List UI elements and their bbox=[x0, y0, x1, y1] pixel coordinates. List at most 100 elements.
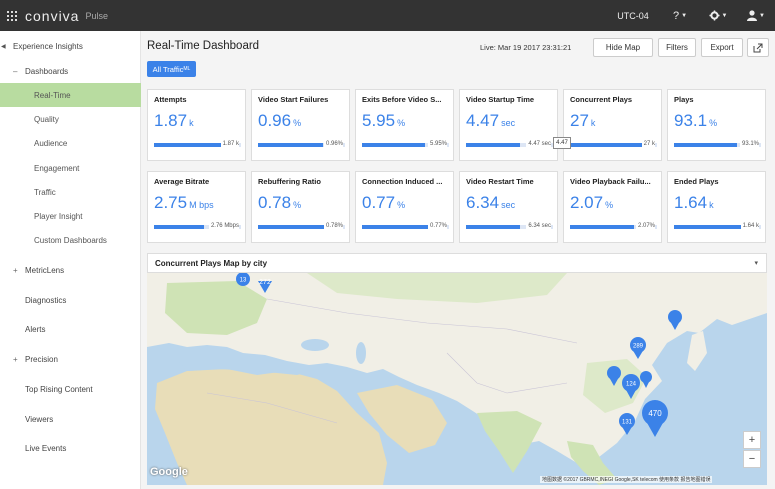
hide-map-button[interactable]: Hide Map bbox=[593, 38, 653, 57]
page-title: Real-Time Dashboard bbox=[147, 40, 260, 52]
zoom-out-button[interactable]: − bbox=[743, 450, 761, 468]
timezone-label[interactable]: UTC-04 bbox=[605, 11, 661, 21]
sidebar-item-player-insight[interactable]: Player Insight bbox=[0, 204, 141, 228]
settings-button[interactable]: ▼ bbox=[699, 0, 737, 31]
sidebar-item-quality[interactable]: Quality bbox=[0, 107, 141, 131]
google-logo: Google bbox=[150, 466, 188, 478]
metric-unit: k bbox=[709, 200, 714, 210]
metric-card[interactable]: Plays 93.1% 93.1% bbox=[667, 89, 766, 161]
metric-number: 4.47 bbox=[466, 111, 500, 130]
map-marker[interactable]: 124 bbox=[622, 374, 640, 399]
chevron-down-icon: ▼ bbox=[759, 12, 765, 19]
map-marker[interactable]: 272 bbox=[254, 273, 276, 293]
sidebar-item-top-rising-content[interactable]: Top Rising Content bbox=[0, 377, 141, 401]
sidebar-item-experience-insights[interactable]: Experience Insights bbox=[0, 34, 141, 58]
metric-bar-fill bbox=[362, 225, 429, 229]
metric-card[interactable]: Ended Plays 1.64 k 1.64 k bbox=[667, 171, 766, 243]
sidebar-item-custom-dashboards[interactable]: Custom Dashboards bbox=[0, 228, 141, 252]
external-link-icon bbox=[753, 43, 763, 52]
metric-card[interactable]: Rebuffering Ratio 0.78% 0.78% bbox=[251, 171, 350, 243]
chevron-down-icon: ▼ bbox=[681, 12, 688, 19]
metric-title: Rebuffering Ratio bbox=[258, 177, 321, 186]
gear-icon bbox=[708, 10, 720, 21]
metric-value: 0.96% bbox=[258, 111, 301, 131]
live-timestamp: Live: Mar 19 2017 23:31:21 bbox=[480, 43, 572, 52]
metric-bar-label: 93.1% bbox=[739, 141, 759, 147]
map-marker[interactable]: 131 bbox=[619, 413, 635, 435]
sidebar-item-label: Real-Time bbox=[34, 90, 71, 100]
metric-bar-fill bbox=[466, 143, 520, 147]
map-marker[interactable] bbox=[668, 310, 682, 330]
sidebar-item-label: Player Insight bbox=[34, 211, 83, 221]
sidebar-item-diagnostics[interactable]: Diagnostics bbox=[0, 288, 141, 312]
sidebar-item-audience[interactable]: Audience bbox=[0, 131, 141, 155]
top-bar: conviva Pulse UTC-04 ? ▼ ▼ ▼ bbox=[0, 0, 775, 31]
metric-bar-fill bbox=[258, 225, 325, 229]
filters-button[interactable]: Filters bbox=[658, 38, 696, 57]
concurrent-plays-map[interactable]: 272 13 289 124 470 131 + − bbox=[147, 273, 767, 485]
metric-number: 2.07 bbox=[570, 193, 604, 212]
sidebar-item-alerts[interactable]: Alerts bbox=[0, 317, 141, 341]
zoom-in-button[interactable]: + bbox=[743, 431, 761, 449]
product-name: Pulse bbox=[85, 10, 108, 21]
metric-card[interactable]: Connection Induced ... 0.77% 0.77% bbox=[355, 171, 454, 243]
metric-value: 6.34 sec bbox=[466, 193, 515, 213]
metric-value: 0.77% bbox=[362, 193, 405, 213]
metric-bar-label: 27 k bbox=[641, 141, 655, 147]
metric-card[interactable]: Video Playback Failu... 2.07% 2.07% bbox=[563, 171, 662, 243]
marker-label: 470 bbox=[648, 409, 662, 418]
metric-unit: % bbox=[293, 200, 302, 210]
map-marker[interactable]: 470 bbox=[642, 400, 668, 437]
sidebar-item-label: Diagnostics bbox=[25, 295, 67, 305]
metric-card[interactable]: Attempts 1.87 k 1.87 k bbox=[147, 89, 246, 161]
metric-bar-label: 0.77% bbox=[427, 223, 447, 229]
metric-unit: sec bbox=[501, 118, 516, 128]
metric-bar-label: 5.95% bbox=[427, 141, 447, 147]
map-marker[interactable]: 289 bbox=[630, 337, 646, 359]
metric-bar-label: 1.87 k bbox=[220, 141, 239, 147]
metric-title: Average Bitrate bbox=[154, 177, 210, 186]
sidebar-item-label: Experience Insights bbox=[13, 41, 83, 51]
marker-label: 272 bbox=[259, 279, 271, 286]
metric-title: Connection Induced ... bbox=[362, 177, 443, 186]
metric-bar-label: 2.76 Mbps bbox=[208, 223, 239, 229]
user-menu-button[interactable]: ▼ bbox=[737, 0, 775, 31]
metric-value: 1.64 k bbox=[674, 193, 714, 213]
sidebar-item-live-events[interactable]: Live Events bbox=[0, 436, 141, 460]
all-traffic-filter[interactable]: All Traffic ML bbox=[147, 61, 196, 77]
map-marker[interactable] bbox=[640, 371, 652, 388]
metric-title: Video Start Failures bbox=[258, 95, 329, 104]
apps-grid-icon[interactable] bbox=[7, 10, 17, 21]
metric-card[interactable]: Exits Before Video S... 5.95% 5.95% bbox=[355, 89, 454, 161]
share-button[interactable] bbox=[747, 38, 769, 57]
metric-bar-label: 0.78% bbox=[323, 223, 343, 229]
marker-label: 131 bbox=[622, 420, 633, 426]
sidebar-item-label: Viewers bbox=[25, 414, 54, 424]
map-marker[interactable] bbox=[607, 366, 621, 386]
metric-card[interactable]: Average Bitrate 2.75 M bps 2.76 Mbps bbox=[147, 171, 246, 243]
metric-bar-label: 0.96% bbox=[323, 141, 343, 147]
metric-card[interactable]: Video Startup Time 4.47 sec 4.47 sec bbox=[459, 89, 558, 161]
metric-bar-label: 4.47 sec bbox=[526, 141, 551, 147]
sidebar-item-metriclens[interactable]: + MetricLens bbox=[0, 258, 141, 282]
map-marker[interactable]: 13 bbox=[236, 273, 250, 286]
sidebar-item-viewers[interactable]: Viewers bbox=[0, 407, 141, 431]
sidebar-item-dashboards[interactable]: – Dashboards bbox=[0, 59, 141, 83]
metric-card[interactable]: Video Restart Time 6.34 sec 6.34 sec bbox=[459, 171, 558, 243]
map-title: Concurrent Plays Map by city bbox=[155, 259, 268, 268]
metric-card[interactable]: Video Start Failures 0.96% 0.96% bbox=[251, 89, 350, 161]
map-dropdown-icon[interactable]: ▾ bbox=[754, 259, 758, 267]
sidebar-item-precision[interactable]: + Precision bbox=[0, 347, 141, 371]
metric-number: 6.34 bbox=[466, 193, 500, 212]
sidebar-item-traffic[interactable]: Traffic bbox=[0, 180, 141, 204]
metric-bar-fill bbox=[570, 225, 634, 229]
sidebar-item-label: Custom Dashboards bbox=[34, 235, 107, 245]
metric-bar-fill bbox=[258, 143, 324, 147]
value-tooltip: 4.47 bbox=[553, 137, 571, 149]
metric-bar-fill bbox=[674, 143, 737, 147]
help-button[interactable]: ? ▼ bbox=[661, 0, 699, 31]
export-button[interactable]: Export bbox=[701, 38, 743, 57]
sidebar-item-engagement[interactable]: Engagement bbox=[0, 156, 141, 180]
metric-card[interactable]: Concurrent Plays 27 k 27 k bbox=[563, 89, 662, 161]
sidebar-item-real-time[interactable]: Real-Time bbox=[0, 83, 141, 107]
